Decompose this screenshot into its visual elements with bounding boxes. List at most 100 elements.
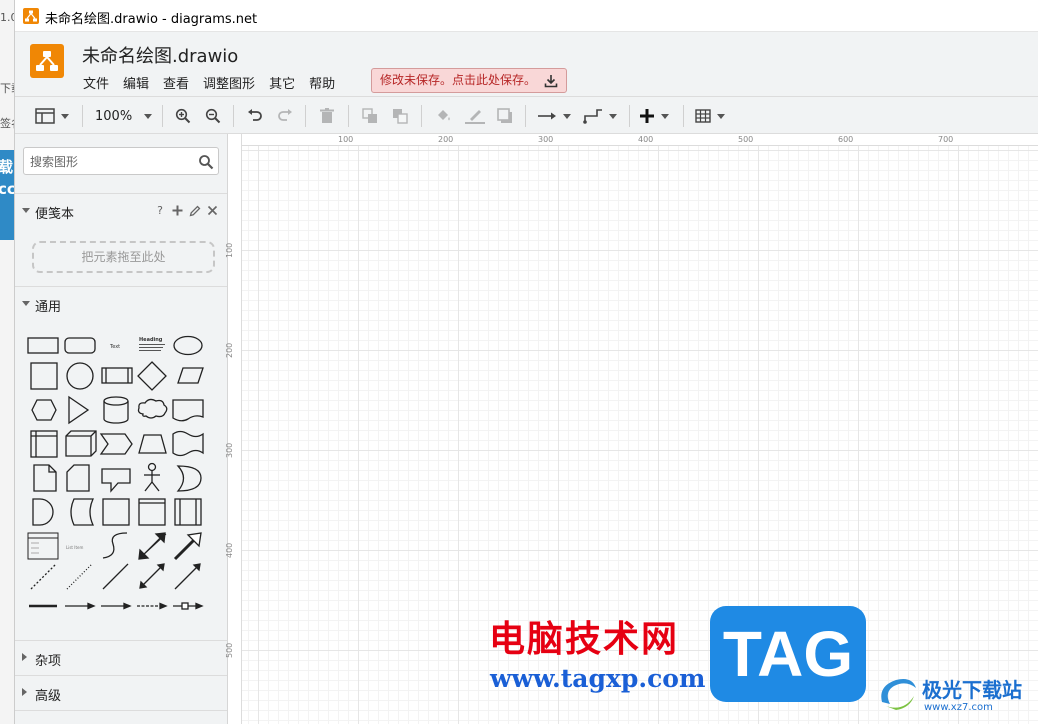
undo-button[interactable]: [247, 105, 263, 127]
shape-labeled-connector[interactable]: [173, 602, 204, 610]
chevron-down-icon: [22, 301, 30, 306]
ruler-mark: 300: [225, 442, 234, 458]
shape-bidirectional-connector[interactable]: [139, 563, 165, 589]
shape-arrow[interactable]: [173, 532, 202, 561]
unsaved-changes-button[interactable]: 修改未保存。点击此处保存。: [371, 68, 568, 93]
shape-note[interactable]: [33, 464, 57, 492]
shape-circle[interactable]: [66, 362, 94, 390]
document-title[interactable]: 未命名绘图.drawio: [82, 42, 238, 68]
shape-triangle[interactable]: [68, 395, 90, 425]
shape-cylinder[interactable]: [103, 396, 129, 424]
shape-actor[interactable]: [144, 462, 160, 492]
shape-cube[interactable]: [65, 430, 97, 457]
drawio-logo[interactable]: [30, 44, 64, 78]
to-back-button[interactable]: [392, 105, 408, 127]
advanced-header[interactable]: 高级: [15, 675, 227, 709]
shape-rectangle[interactable]: [27, 337, 59, 354]
shape-delay[interactable]: [32, 498, 54, 526]
chevron-right-icon: [22, 653, 27, 661]
menu-arrange[interactable]: 调整图形: [203, 73, 255, 93]
chevron-down-icon: [144, 113, 153, 119]
shape-dashed-connector[interactable]: [137, 602, 168, 610]
menu-extras[interactable]: 其它: [269, 73, 295, 93]
more-shapes-header[interactable]: [15, 710, 227, 724]
shadow-button[interactable]: [497, 105, 513, 127]
misc-header[interactable]: 杂项: [15, 640, 227, 674]
ruler-mark: 400: [638, 135, 654, 144]
scratchpad-drop-zone[interactable]: 把元素拖至此处: [32, 241, 215, 273]
shadow-icon: [497, 108, 512, 123]
toolbar-divider: [162, 105, 163, 127]
close-icon[interactable]: [207, 205, 218, 216]
shape-callout[interactable]: [101, 468, 131, 493]
zoom-level: 100%: [95, 108, 133, 124]
shape-search-input[interactable]: [30, 153, 190, 171]
shape-hexagon[interactable]: [31, 399, 57, 421]
menu-view[interactable]: 查看: [163, 73, 189, 93]
table-dropdown[interactable]: [695, 105, 725, 127]
shape-directional-connector[interactable]: [174, 563, 201, 590]
ruler-mark: 500: [225, 642, 234, 658]
help-icon[interactable]: ?: [154, 204, 166, 217]
shape-line[interactable]: [102, 563, 129, 590]
shape-swimlane[interactable]: [174, 498, 202, 526]
shape-connector-arrow[interactable]: [101, 602, 132, 610]
background-text: 载: [0, 156, 13, 177]
edit-icon[interactable]: [189, 205, 201, 217]
search-icon[interactable]: [198, 154, 214, 170]
format-panel-toggle[interactable]: [35, 105, 69, 127]
shape-text[interactable]: Text: [109, 344, 120, 350]
shape-ellipse[interactable]: [173, 335, 203, 356]
zoom-out-button[interactable]: [205, 105, 221, 127]
shape-bidirectional-arrow[interactable]: [138, 532, 167, 560]
general-shapes-palette: Text Heading List Item: [27, 335, 204, 610]
shape-link-arrow[interactable]: [65, 602, 96, 610]
shape-trapezoid[interactable]: [138, 434, 167, 454]
shape-tape[interactable]: [172, 430, 204, 457]
zoom-in-button[interactable]: [175, 105, 191, 127]
shape-square[interactable]: [30, 362, 58, 390]
shape-textbox[interactable]: Heading: [139, 337, 165, 351]
shape-internal-storage[interactable]: [30, 430, 58, 458]
menu-file[interactable]: 文件: [83, 73, 109, 93]
to-back-icon: [393, 109, 408, 124]
shape-card[interactable]: [66, 464, 90, 492]
to-front-button[interactable]: [362, 105, 378, 127]
shape-document[interactable]: [172, 399, 204, 422]
shape-parallelogram[interactable]: [177, 367, 204, 384]
toolbar-divider: [233, 105, 234, 127]
shape-square-2[interactable]: [102, 498, 130, 526]
shape-dotted-line[interactable]: [66, 563, 93, 590]
menu-help[interactable]: 帮助: [309, 73, 335, 93]
delete-button[interactable]: [320, 105, 334, 127]
shape-dashed-line[interactable]: [30, 563, 57, 590]
shape-stored-data[interactable]: [70, 498, 95, 526]
zoom-dropdown[interactable]: 100%: [95, 105, 153, 127]
waypoints-dropdown[interactable]: [583, 105, 617, 127]
shape-container[interactable]: [138, 498, 166, 526]
general-header[interactable]: 通用: [15, 286, 227, 320]
menu-edit[interactable]: 编辑: [123, 73, 149, 93]
shape-crescent[interactable]: [176, 465, 202, 492]
ruler-mark: 400: [225, 542, 234, 558]
shape-rounded-rectangle[interactable]: [64, 337, 96, 354]
shape-list-item[interactable]: List Item: [66, 545, 83, 550]
line-color-button[interactable]: [465, 105, 485, 127]
watermark-site-url: www.tagxp.com: [490, 664, 706, 693]
shape-process[interactable]: [101, 367, 133, 384]
shape-curve[interactable]: [102, 532, 128, 559]
shape-diamond[interactable]: [137, 361, 167, 391]
insert-dropdown[interactable]: [639, 105, 669, 127]
ruler-mark: 100: [338, 135, 354, 144]
shape-list[interactable]: [27, 532, 59, 560]
fill-color-button[interactable]: [435, 105, 453, 127]
connection-style-dropdown[interactable]: [537, 105, 571, 127]
shape-step[interactable]: [99, 433, 133, 455]
scratchpad-header[interactable]: 便笺本 ?: [15, 193, 227, 227]
advanced-title: 高级: [35, 689, 62, 704]
add-icon[interactable]: [172, 205, 183, 216]
shape-search-box: [23, 147, 219, 175]
redo-button[interactable]: [277, 105, 293, 127]
shape-heading: Heading: [139, 337, 163, 343]
shape-cloud[interactable]: [137, 398, 168, 419]
